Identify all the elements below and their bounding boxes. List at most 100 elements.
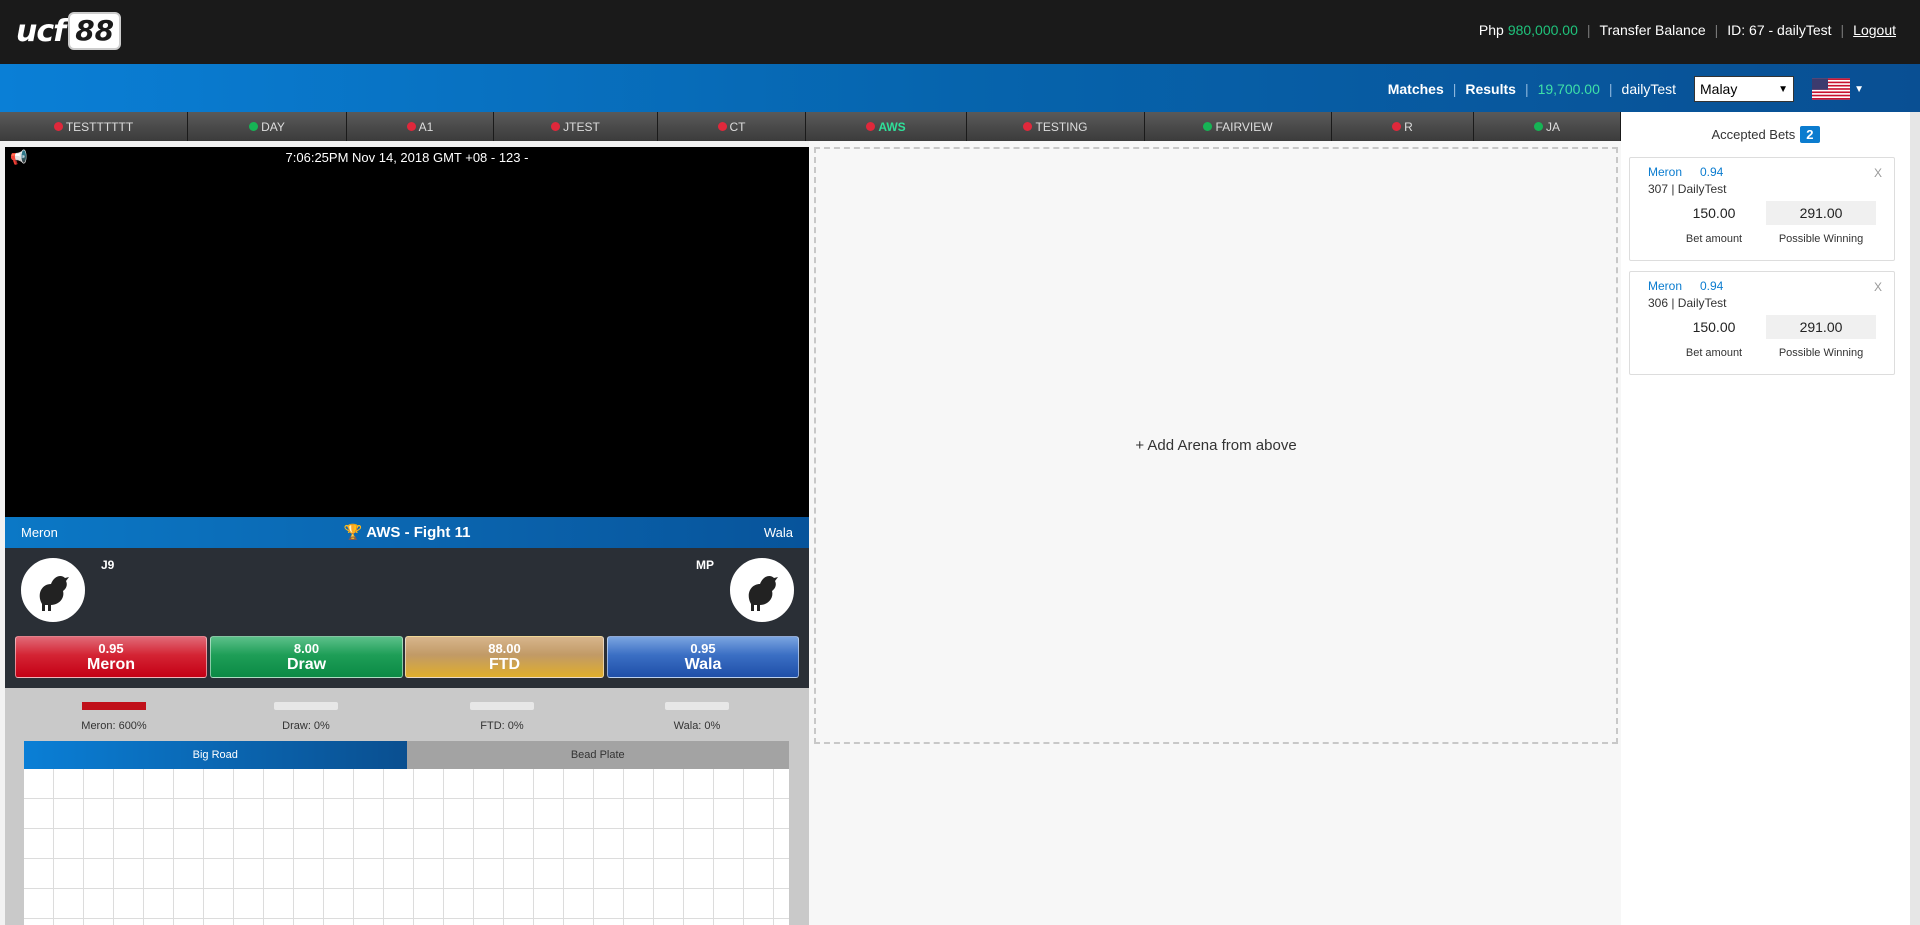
wala-progress-bar	[665, 702, 729, 710]
ftd-progress-bar	[470, 702, 534, 710]
stat-draw: Draw: 0%	[246, 702, 366, 732]
fight-title: 🏆 AWS - Fight 11	[5, 523, 809, 541]
tab-arena-6[interactable]: TESTING	[967, 112, 1145, 141]
accepted-bets-header: Accepted Bets 2	[1621, 126, 1910, 143]
accepted-bets-count-badge: 2	[1800, 126, 1820, 143]
status-dot-icon	[53, 122, 63, 131]
tab-label: JA	[1545, 119, 1560, 134]
rooster-graphic	[748, 576, 778, 611]
close-icon[interactable]: X	[1874, 166, 1882, 180]
bet-amount-label: Bet amount	[1685, 347, 1743, 359]
tab-label: TESTTTTTT	[65, 119, 134, 134]
fight-title-bar: Meron 🏆 AWS - Fight 11 Wala	[5, 517, 809, 548]
results-link[interactable]: Results	[1465, 81, 1516, 97]
logo-text: ucf	[16, 13, 66, 49]
ftd-odds: 88.00	[488, 641, 521, 656]
ftd-label: FTD	[488, 656, 521, 673]
meron-stat-text: Meron: 600%	[81, 720, 147, 732]
tab-bead-plate[interactable]: Bead Plate	[406, 741, 789, 769]
tab-label: AWS	[878, 119, 906, 134]
nav-username: dailyTest	[1621, 81, 1676, 97]
accepted-bets-title: Accepted Bets	[1711, 127, 1796, 142]
bet-meron-button[interactable]: 0.95 Meron	[15, 636, 207, 678]
logout-link[interactable]: Logout	[1853, 22, 1896, 38]
flag-graphic	[1812, 78, 1851, 100]
rooster-graphic	[39, 576, 69, 611]
user-id: ID: 67 - dailyTest	[1727, 22, 1832, 38]
scrollbar[interactable]	[1910, 112, 1920, 925]
bet-amount-label: Bet amount	[1685, 233, 1743, 245]
wala-stat-text: Wala: 0%	[673, 720, 721, 732]
divider: |	[1608, 81, 1613, 97]
add-arena-text: + Add Arena from above	[1135, 437, 1297, 454]
close-icon[interactable]: X	[1874, 280, 1882, 294]
account-summary: Php 980,000.00 | Transfer Balance | ID: …	[1479, 22, 1896, 38]
tab-arena-8[interactable]: R	[1332, 112, 1474, 141]
logo-number: 88	[68, 12, 122, 50]
tab-big-road[interactable]: Big Road	[24, 741, 407, 769]
bet-ftd-button[interactable]: 88.00 FTD	[405, 636, 604, 678]
stat-wala: Wala: 0%	[637, 702, 757, 732]
tab-arena-3[interactable]: JTEST	[494, 112, 658, 141]
divider: |	[1840, 22, 1845, 38]
bet-ticket: 307 | DailyTest	[1648, 182, 1727, 196]
tab-label: FAIRVIEW	[1215, 119, 1273, 134]
draw-stat-text: Draw: 0%	[282, 720, 330, 732]
tab-label: JTEST	[563, 119, 600, 134]
meron-progress-bar	[82, 702, 146, 710]
fighters-panel: J9 MP 0.95 Meron 8.00 Draw 88.00 FTD 0.9…	[5, 548, 809, 688]
draw-progress-bar	[274, 702, 338, 710]
bet-odds: 0.94	[1700, 165, 1724, 179]
bet-amount-value: 150.00	[1692, 205, 1736, 221]
tab-label: TESTING	[1035, 119, 1088, 134]
video-timestamp: 7:06:25PM Nov 14, 2018 GMT +08 - 123 -	[285, 150, 529, 165]
stats-panel: Meron: 600% Draw: 0% FTD: 0% Wala: 0% Bi…	[5, 688, 809, 925]
add-arena-placeholder[interactable]: + Add Arena from above	[814, 147, 1618, 744]
language-select[interactable]: Malay ▼	[1694, 76, 1794, 102]
currency-label: Php	[1478, 22, 1504, 38]
tab-arena-9[interactable]: JA	[1474, 112, 1621, 141]
trophy-icon: 🏆	[343, 524, 363, 541]
possible-winning-value: 291.00	[1766, 315, 1876, 339]
video-player[interactable]: 📢 7:06:25PM Nov 14, 2018 GMT +08 - 123 -	[5, 147, 809, 517]
matches-link[interactable]: Matches	[1388, 81, 1444, 97]
status-dot-icon	[1203, 122, 1213, 131]
possible-winning-label: Possible Winning	[1778, 233, 1864, 245]
us-flag-icon[interactable]: ▼	[1812, 74, 1864, 104]
wala-side-label: Wala	[763, 525, 793, 540]
status-dot-icon	[551, 122, 561, 131]
big-road-grid	[24, 769, 789, 925]
draw-label: Draw	[286, 656, 327, 673]
fight-title-text: AWS - Fight 11	[366, 524, 471, 541]
language-value: Malay	[1700, 81, 1738, 97]
bet-amount-value: 150.00	[1692, 319, 1736, 335]
status-dot-icon	[249, 122, 259, 131]
wala-label: Wala	[684, 656, 722, 673]
stat-ftd: FTD: 0%	[442, 702, 562, 732]
stat-meron: Meron: 600%	[54, 702, 174, 732]
bet-draw-button[interactable]: 8.00 Draw	[210, 636, 403, 678]
bet-odds: 0.94	[1700, 279, 1724, 293]
nav-balance: 19,700.00	[1537, 81, 1600, 97]
ftd-stat-text: FTD: 0%	[480, 720, 524, 732]
tab-arena-0[interactable]: TESTTTTTT	[0, 112, 188, 141]
bet-wala-button[interactable]: 0.95 Wala	[607, 636, 799, 678]
bet-side: Meron	[1648, 279, 1683, 293]
flag-caret-icon: ▼	[1854, 83, 1864, 95]
tab-arena-1[interactable]: DAY	[188, 112, 347, 141]
tab-arena-5[interactable]: AWS	[806, 112, 967, 141]
possible-winning-value: 291.00	[1766, 201, 1876, 225]
tab-label: DAY	[261, 119, 285, 134]
divider: |	[1452, 81, 1457, 97]
possible-winning-label: Possible Winning	[1778, 347, 1864, 359]
tab-arena-7[interactable]: FAIRVIEW	[1145, 112, 1332, 141]
logo[interactable]: ucf 88	[16, 12, 122, 50]
divider: |	[1586, 22, 1591, 38]
bet-ticket: 306 | DailyTest	[1648, 296, 1727, 310]
transfer-balance-link[interactable]: Transfer Balance	[1600, 22, 1706, 38]
status-dot-icon	[1392, 122, 1402, 131]
tab-arena-4[interactable]: CT	[658, 112, 806, 141]
account-amount: 980,000.00	[1507, 22, 1578, 38]
meron-odds: 0.95	[98, 641, 124, 656]
tab-arena-2[interactable]: A1	[347, 112, 494, 141]
